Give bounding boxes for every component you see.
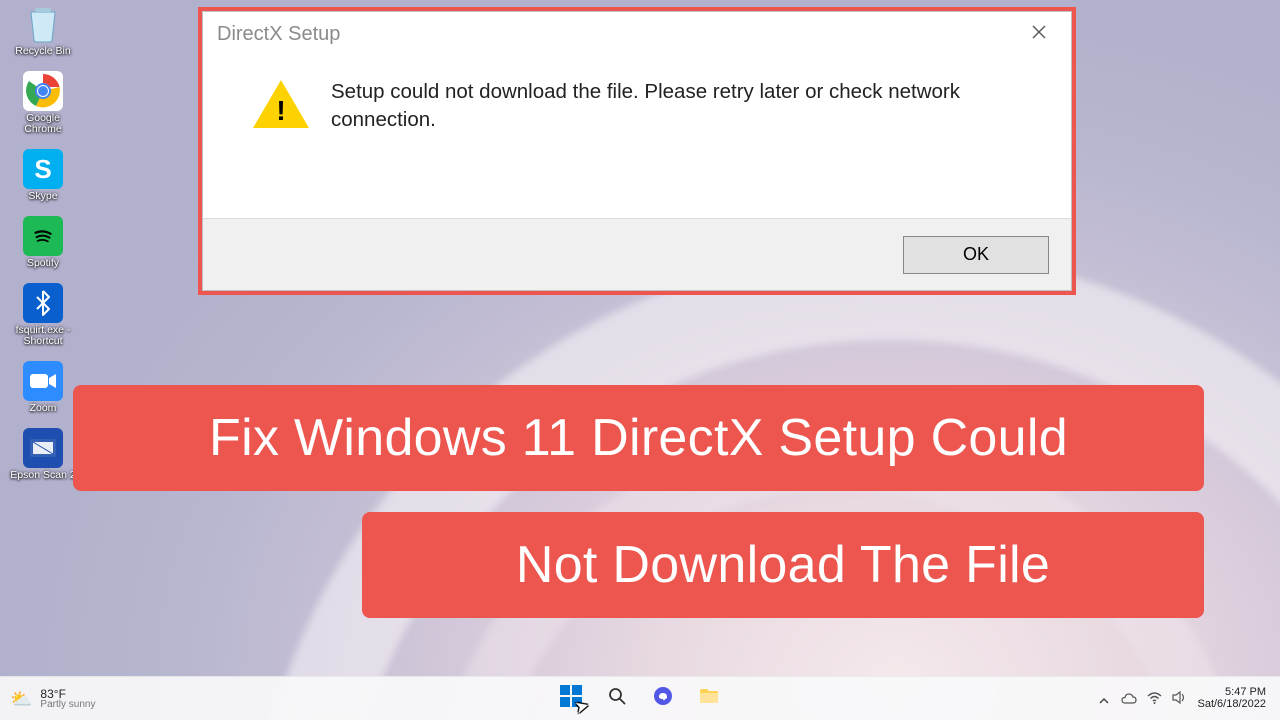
taskbar-weather-widget[interactable]: ⛅ 83°F Partly sunny xyxy=(10,677,95,720)
chrome-icon xyxy=(23,71,63,111)
taskbar-clock[interactable]: 5:47 PM Sat/6/18/2022 xyxy=(1191,687,1272,710)
overlay-banner-line2: Not Download The File xyxy=(362,512,1204,618)
taskbar-file-explorer-button[interactable] xyxy=(690,680,728,718)
desktop-icon-label: Epson Scan 2 xyxy=(6,470,80,481)
volume-tray-icon xyxy=(1172,691,1187,707)
weather-desc: Partly sunny xyxy=(40,700,95,710)
taskbar-chat-button[interactable] xyxy=(644,680,682,718)
ok-button[interactable]: OK xyxy=(903,236,1049,274)
desktop-icon-label: fsquirt.exe - Shortcut xyxy=(6,325,80,347)
chat-icon xyxy=(653,686,673,711)
desktop-icon-label: Skype xyxy=(6,191,80,202)
weather-icon: ⛅ xyxy=(10,689,32,710)
close-icon xyxy=(1031,24,1047,45)
clock-date: Sat/6/18/2022 xyxy=(1197,699,1266,711)
directx-setup-dialog: DirectX Setup Setup could not download t… xyxy=(202,11,1072,291)
scanner-icon xyxy=(23,428,63,468)
dialog-close-button[interactable] xyxy=(1011,16,1067,52)
bluetooth-icon xyxy=(23,283,63,323)
search-icon xyxy=(608,687,626,710)
chevron-up-icon xyxy=(1099,689,1109,710)
desktop-icon-spotify[interactable]: Spotify xyxy=(6,216,80,269)
zoom-icon xyxy=(23,361,63,401)
desktop-icons-column: Recycle Bin Google Chrome S Skype Spotif… xyxy=(6,4,80,481)
dialog-footer: OK xyxy=(203,218,1071,290)
windows-logo-icon xyxy=(560,685,582,712)
dialog-titlebar[interactable]: DirectX Setup xyxy=(203,12,1071,56)
taskbar: ⛅ 83°F Partly sunny xyxy=(0,676,1280,720)
dialog-title: DirectX Setup xyxy=(217,23,340,46)
dialog-message: Setup could not download the file. Pleas… xyxy=(331,76,971,133)
desktop-icon-fsquirt-shortcut[interactable]: fsquirt.exe - Shortcut xyxy=(6,283,80,347)
desktop-icon-label: Spotify xyxy=(6,258,80,269)
file-explorer-icon xyxy=(699,688,719,709)
desktop-icon-label: Recycle Bin xyxy=(6,46,80,57)
desktop-icon-recycle-bin[interactable]: Recycle Bin xyxy=(6,4,80,57)
tray-chevron-button[interactable] xyxy=(1091,680,1117,718)
desktop-icon-zoom[interactable]: Zoom xyxy=(6,361,80,414)
desktop-icon-google-chrome[interactable]: Google Chrome xyxy=(6,71,80,135)
desktop-icon-skype[interactable]: S Skype xyxy=(6,149,80,202)
dialog-highlight-border: DirectX Setup Setup could not download t… xyxy=(198,7,1076,295)
overlay-banner-line1: Fix Windows 11 DirectX Setup Could xyxy=(73,385,1204,491)
desktop-icon-label: Google Chrome xyxy=(6,113,80,135)
onedrive-tray-icon xyxy=(1121,692,1137,707)
recycle-bin-icon xyxy=(23,4,63,44)
wifi-tray-icon xyxy=(1147,692,1162,707)
search-button[interactable] xyxy=(598,680,636,718)
desktop-icon-epson-scan[interactable]: Epson Scan 2 xyxy=(6,428,80,481)
desktop-icon-label: Zoom xyxy=(6,403,80,414)
skype-icon: S xyxy=(23,149,63,189)
system-tray[interactable] xyxy=(1121,691,1187,707)
spotify-icon xyxy=(23,216,63,256)
start-button[interactable] xyxy=(552,680,590,718)
warning-icon xyxy=(253,80,309,128)
